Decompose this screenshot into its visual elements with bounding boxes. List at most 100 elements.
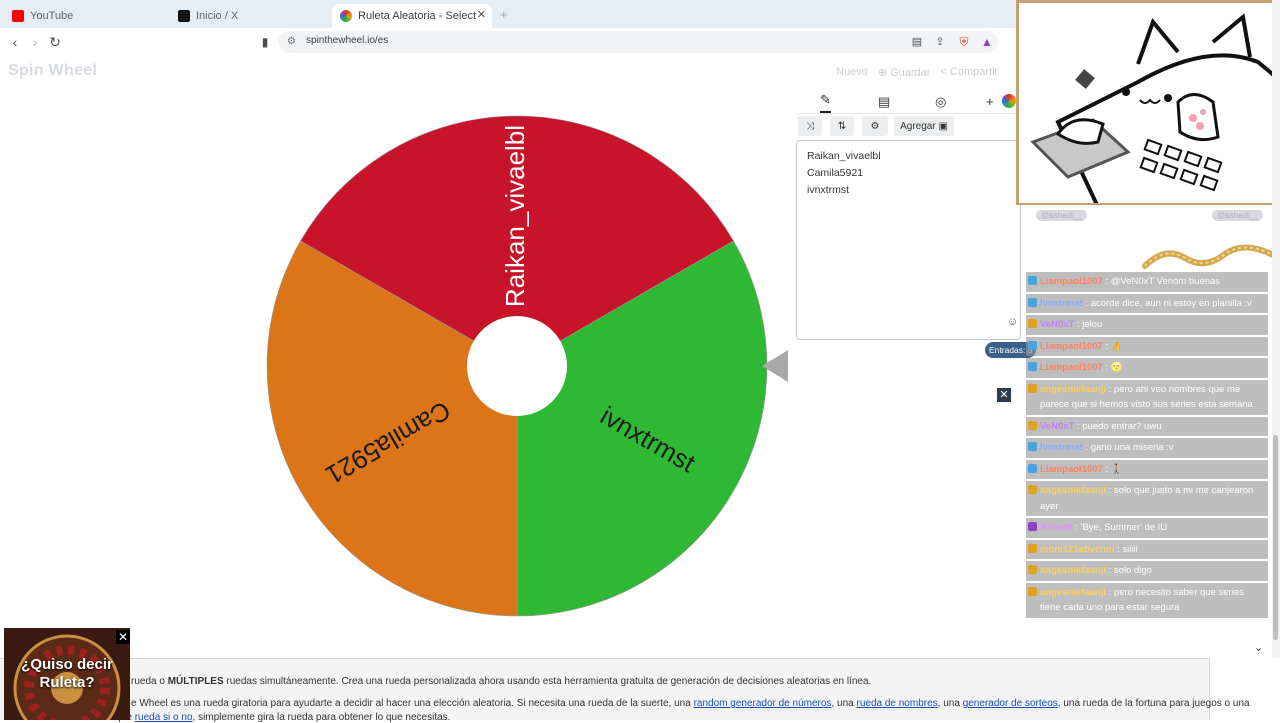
chat-separator: : [1102,362,1111,373]
reader-icon[interactable]: ▤ [908,33,926,51]
chat-text: 👌 [1110,340,1123,352]
close-icon[interactable]: ✕ [116,630,130,644]
brave-shield-icon[interactable]: ⛨ [955,33,973,51]
chat-separator: : [1072,522,1081,533]
clipboard-icon[interactable]: ▤ [878,94,890,110]
chat-username: Liampaol1007 [1040,463,1103,475]
share-icon[interactable]: ⇪ [931,33,949,51]
chat-message: Liampaol1007 : @VeN0xT Venom buenas [1026,272,1268,292]
emoji-icon[interactable]: ☺ [1007,316,1018,328]
editor-tabs: ✎ ▤ ◎ + [798,90,1018,114]
chat-separator: : [1106,485,1114,496]
chat-username: angesniefaanji [1040,586,1106,598]
chat-badge-icon [1028,420,1037,430]
article-line-3: simple rueda si o no, simplemente gira l… [103,712,450,723]
color-wheel-icon [340,10,352,22]
page-scrollbar-thumb[interactable] [1273,435,1278,640]
article-text: , una [937,698,963,709]
tab-label: Inicio / X [196,10,239,22]
close-tab-icon[interactable]: ✕ [477,8,486,21]
chat-username: Ivnxtrmst [1040,297,1083,309]
add-label: Agregar [900,120,936,132]
chat-message: Asherit : 'Bye, Summer' de IU [1026,518,1268,538]
save-button[interactable]: ⊕ Guardar [878,66,931,79]
color-wheel-icon[interactable] [1002,94,1016,108]
stream-chat: Liampaol1007 : @VeN0xT Venom buenas Ivnxt… [1026,272,1268,620]
site-info-icon[interactable]: ⚙ [287,36,296,47]
article-line-2: e Wheel es una rueda giratoria para ayud… [131,698,1250,709]
browser-nav-bar: ‹ › ↻ ▮ ⚙ spinthewheel.io/es ▤ ⇪ ⛨ ▲ [0,28,1016,56]
address-bar[interactable]: ⚙ spinthewheel.io/es [278,31,998,53]
chat-username: Liampaol1007 [1040,276,1103,287]
tab-label: Ruleta Aleatoria - Selector Perso [358,10,476,22]
chat-separator: : [1102,340,1111,352]
chat-text: @VeN0xT Venom buenas [1110,276,1221,287]
add-image-button[interactable]: Agregar ▣ [894,116,954,136]
article-text: rueda o [131,676,168,687]
browser-tab-bar: YouTube Inicio / X Ruleta Aleatoria - Se… [0,0,1016,28]
reload-button[interactable]: ↻ [46,33,64,51]
chat-message: Liampaol1007 : 🌝 [1026,358,1268,378]
site-logo[interactable]: Spin Wheel [8,62,97,80]
social-tag-left: @asherit__ [1036,210,1088,221]
link-name-wheel[interactable]: rueda de nombres [856,698,937,709]
promo-ad[interactable]: ¿Quiso decir Ruleta? ✕ [4,628,130,720]
settings-button[interactable]: ⚙ [862,116,888,136]
chat-text: jelou [1082,319,1103,330]
chat-message: VeN0xT : puedo entrar? uwu [1026,416,1268,436]
chat-message: angesniefaanji : pero ahi veo nombres qu… [1026,379,1268,415]
brave-rewards-icon[interactable]: ▲ [978,33,996,51]
wheel-center-button[interactable] [467,316,567,416]
entries-textarea[interactable]: Raikan_vivaelbl Camila5921 ivnxtrmst [796,140,1021,340]
tab-ruleta[interactable]: Ruleta Aleatoria - Selector Perso ✕ [332,4,492,28]
chat-message: moni123abvcnm : siiiii [1026,539,1268,559]
promo-text: ¿Quiso decir Ruleta? [21,656,113,691]
chat-badge-icon [1028,276,1037,285]
chat-username: Liampaol1007 [1040,362,1103,373]
chat-message: Liampaol1007 : 🚶 [1026,459,1268,479]
edit-pencil-icon[interactable]: ✎ [820,92,831,113]
back-button[interactable]: ‹ [6,33,24,51]
chat-separator: : [1106,586,1114,598]
sort-button[interactable]: ⇅ [830,116,854,136]
chat-username: angesniefaanji [1040,485,1106,496]
bongo-cat-illustration [1018,2,1278,203]
link-number-generator[interactable]: random generador de números [694,698,832,709]
chat-text: 🚶 [1110,463,1123,475]
chat-text: solo digo [1113,565,1152,576]
chat-badge-icon [1028,297,1037,307]
new-button[interactable]: Nuevo [836,66,868,79]
shuffle-button[interactable]: ⤨ [798,116,822,136]
chat-username: angesniefaanji [1040,565,1106,576]
chat-message: angesniefaanji : solo que justo a mi me … [1026,481,1268,516]
chat-badge-icon [1028,522,1037,531]
article-text: , una [831,698,857,709]
chat-message: Ivnxtrmst : acorde dice, aun ni estoy en… [1026,293,1268,313]
hide-eye-icon[interactable]: ◎ [935,94,946,110]
close-icon[interactable]: ✕ [997,388,1011,402]
chat-separator: : [1106,383,1114,395]
tab-youtube[interactable]: YouTube [4,4,169,28]
chevron-down-icon[interactable]: ⌄ [1254,641,1263,654]
link-raffle-generator[interactable]: generador de sorteos [963,698,1058,709]
social-tag-right: @asherit__ [1212,210,1264,221]
chat-username: Ivnxtrmst [1040,442,1083,453]
share-button[interactable]: < Compartir [940,66,998,79]
forward-button[interactable]: › [26,33,44,51]
chat-separator: : [1082,442,1091,453]
url-text: spinthewheel.io/es [306,35,389,46]
chat-text: siiiii [1122,543,1138,555]
link-yes-no-wheel[interactable]: rueda si o no [135,712,193,723]
chat-text: 'Bye, Summer' de IU [1080,522,1168,533]
add-wheel-icon[interactable]: + [986,94,994,109]
chat-text: 🌝 [1110,362,1123,373]
article-text: , una rueda de la fortuna para juegos o … [1057,698,1250,709]
chat-username: angesniefaanji [1040,383,1106,395]
chat-separator: : [1102,463,1111,475]
tab-x[interactable]: Inicio / X [170,4,330,28]
bookmark-icon[interactable]: ▮ [256,33,274,51]
chat-text: acorde dice, aun ni estoy en planilla :v [1090,297,1252,309]
entry-line: ivnxtrmst [807,184,849,196]
new-tab-button[interactable]: + [500,7,508,22]
x-icon [178,10,190,22]
